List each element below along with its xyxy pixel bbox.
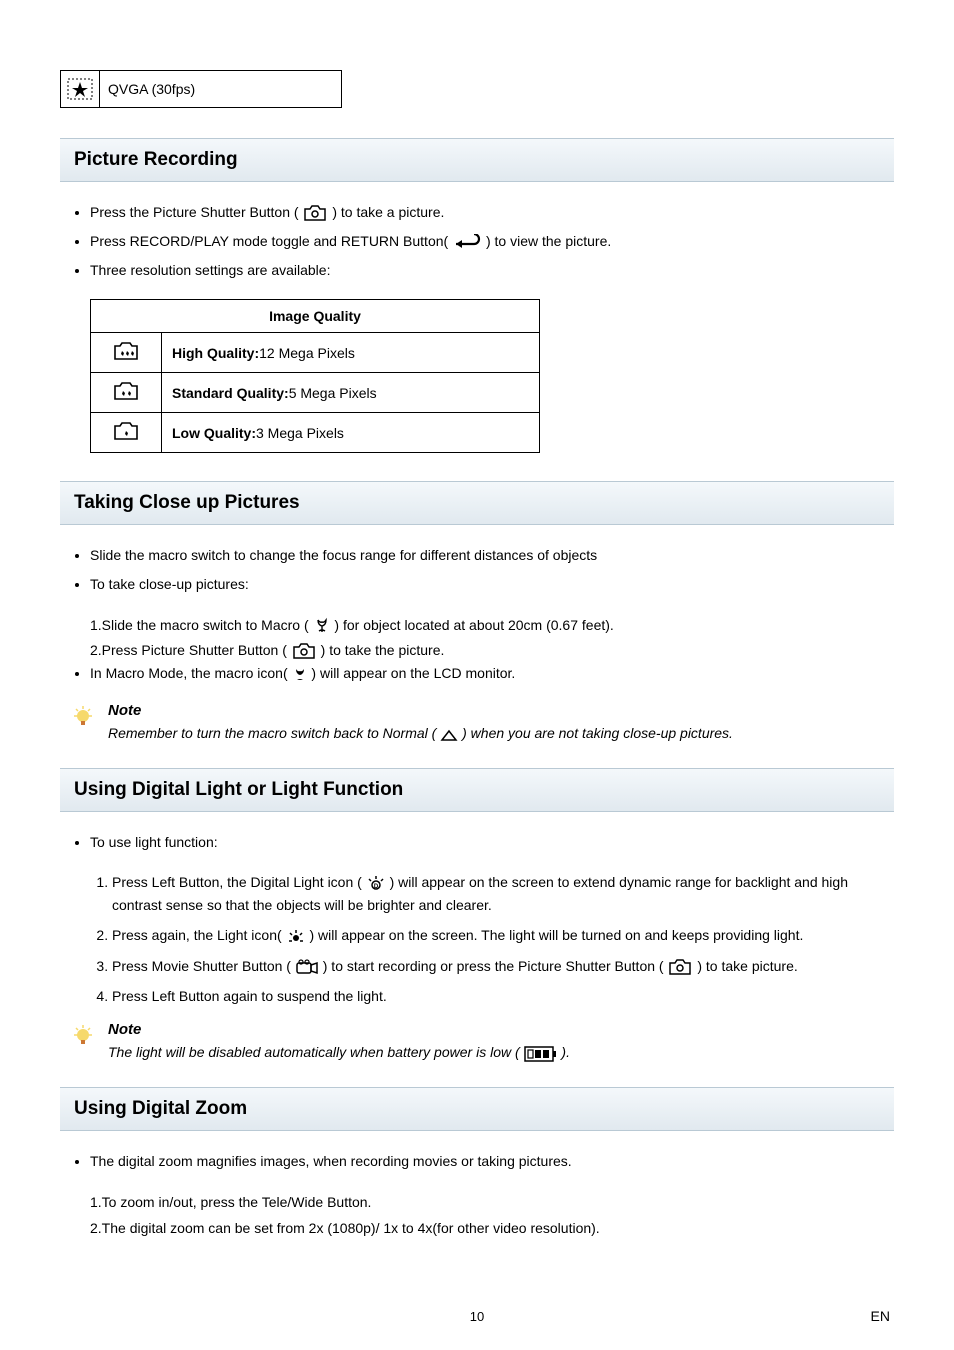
note-text: The light will be disabled automatically… bbox=[108, 1042, 894, 1063]
lang-label: EN bbox=[871, 1308, 890, 1324]
camera-icon bbox=[291, 642, 317, 660]
table-row: Standard Quality:5 Mega Pixels bbox=[162, 373, 540, 413]
list-item: Slide the macro switch to change the foc… bbox=[90, 545, 894, 566]
list-item: To use light function: bbox=[90, 832, 894, 853]
list-item: Press the Picture Shutter Button ( ) to … bbox=[90, 202, 894, 223]
note-title: Note bbox=[108, 702, 894, 719]
table-header: Image Quality bbox=[91, 300, 540, 333]
list-item: Press Movie Shutter Button ( ) to start … bbox=[112, 955, 894, 977]
zoom-step1: 1.To zoom in/out, press the Tele/Wide Bu… bbox=[90, 1190, 894, 1215]
zoom-list: The digital zoom magnifies images, when … bbox=[60, 1151, 894, 1172]
section-zoom: Using Digital Zoom bbox=[60, 1087, 894, 1131]
section-picture-recording: Picture Recording bbox=[60, 138, 894, 182]
image-quality-table: Image Quality High Quality:12 Mega Pixel… bbox=[90, 299, 540, 453]
list-item: To take close-up pictures: bbox=[90, 574, 894, 595]
camera-icon bbox=[302, 204, 328, 222]
svg-text:D: D bbox=[374, 884, 379, 890]
light-note: Note The light will be disabled automati… bbox=[70, 1021, 894, 1063]
table-row: Low Quality:3 Mega Pixels bbox=[162, 413, 540, 453]
zoom-step2: 2.The digital zoom can be set from 2x (1… bbox=[90, 1216, 894, 1241]
table-row: High Quality:12 Mega Pixels bbox=[162, 333, 540, 373]
list-item: Press Left Button again to suspend the l… bbox=[112, 985, 894, 1007]
low-quality-icon bbox=[91, 413, 162, 453]
note-text: Remember to turn the macro switch back t… bbox=[108, 723, 894, 744]
closeup-note: Note Remember to turn the macro switch b… bbox=[70, 702, 894, 744]
closeup-list: Slide the macro switch to change the foc… bbox=[60, 545, 894, 595]
list-item: Press Left Button, the Digital Light ico… bbox=[112, 871, 894, 916]
light-list: To use light function: bbox=[60, 832, 894, 853]
list-item: Three resolution settings are available: bbox=[90, 260, 894, 281]
light-icon bbox=[286, 928, 306, 944]
closeup-step1: 1.Slide the macro switch to Macro ( ) fo… bbox=[90, 613, 894, 638]
standard-quality-icon bbox=[91, 373, 162, 413]
section-light: Using Digital Light or Light Function bbox=[60, 768, 894, 812]
list-item: The digital zoom magnifies images, when … bbox=[90, 1151, 894, 1172]
return-icon bbox=[452, 234, 482, 250]
closeup-step2: 2.Press Picture Shutter Button ( ) to ta… bbox=[90, 638, 894, 663]
mountain-icon bbox=[440, 728, 458, 742]
picture-recording-list: Press the Picture Shutter Button ( ) to … bbox=[60, 202, 894, 281]
note-bulb-icon bbox=[70, 1021, 100, 1063]
qvga-star-icon bbox=[61, 71, 100, 107]
closeup-list2: In Macro Mode, the macro icon( ) will ap… bbox=[60, 663, 894, 684]
page-number: 10 bbox=[470, 1309, 484, 1324]
tulip-solid-icon bbox=[292, 667, 308, 683]
qvga-label: QVGA (30fps) bbox=[100, 81, 195, 97]
list-item: Press RECORD/PLAY mode toggle and RETURN… bbox=[90, 231, 894, 252]
high-quality-icon bbox=[91, 333, 162, 373]
section-closeup: Taking Close up Pictures bbox=[60, 481, 894, 525]
list-item: In Macro Mode, the macro icon( ) will ap… bbox=[90, 663, 894, 684]
movie-shutter-icon bbox=[295, 959, 319, 975]
qvga-row: QVGA (30fps) bbox=[60, 70, 342, 108]
tulip-icon bbox=[313, 617, 331, 635]
camera-icon bbox=[667, 958, 693, 976]
note-bulb-icon bbox=[70, 702, 100, 744]
light-steps: Press Left Button, the Digital Light ico… bbox=[90, 871, 894, 1007]
list-item: Press again, the Light icon( ) will appe… bbox=[112, 924, 894, 946]
battery-low-icon bbox=[524, 1045, 558, 1063]
digital-light-icon: D bbox=[366, 875, 386, 893]
note-title: Note bbox=[108, 1021, 894, 1038]
